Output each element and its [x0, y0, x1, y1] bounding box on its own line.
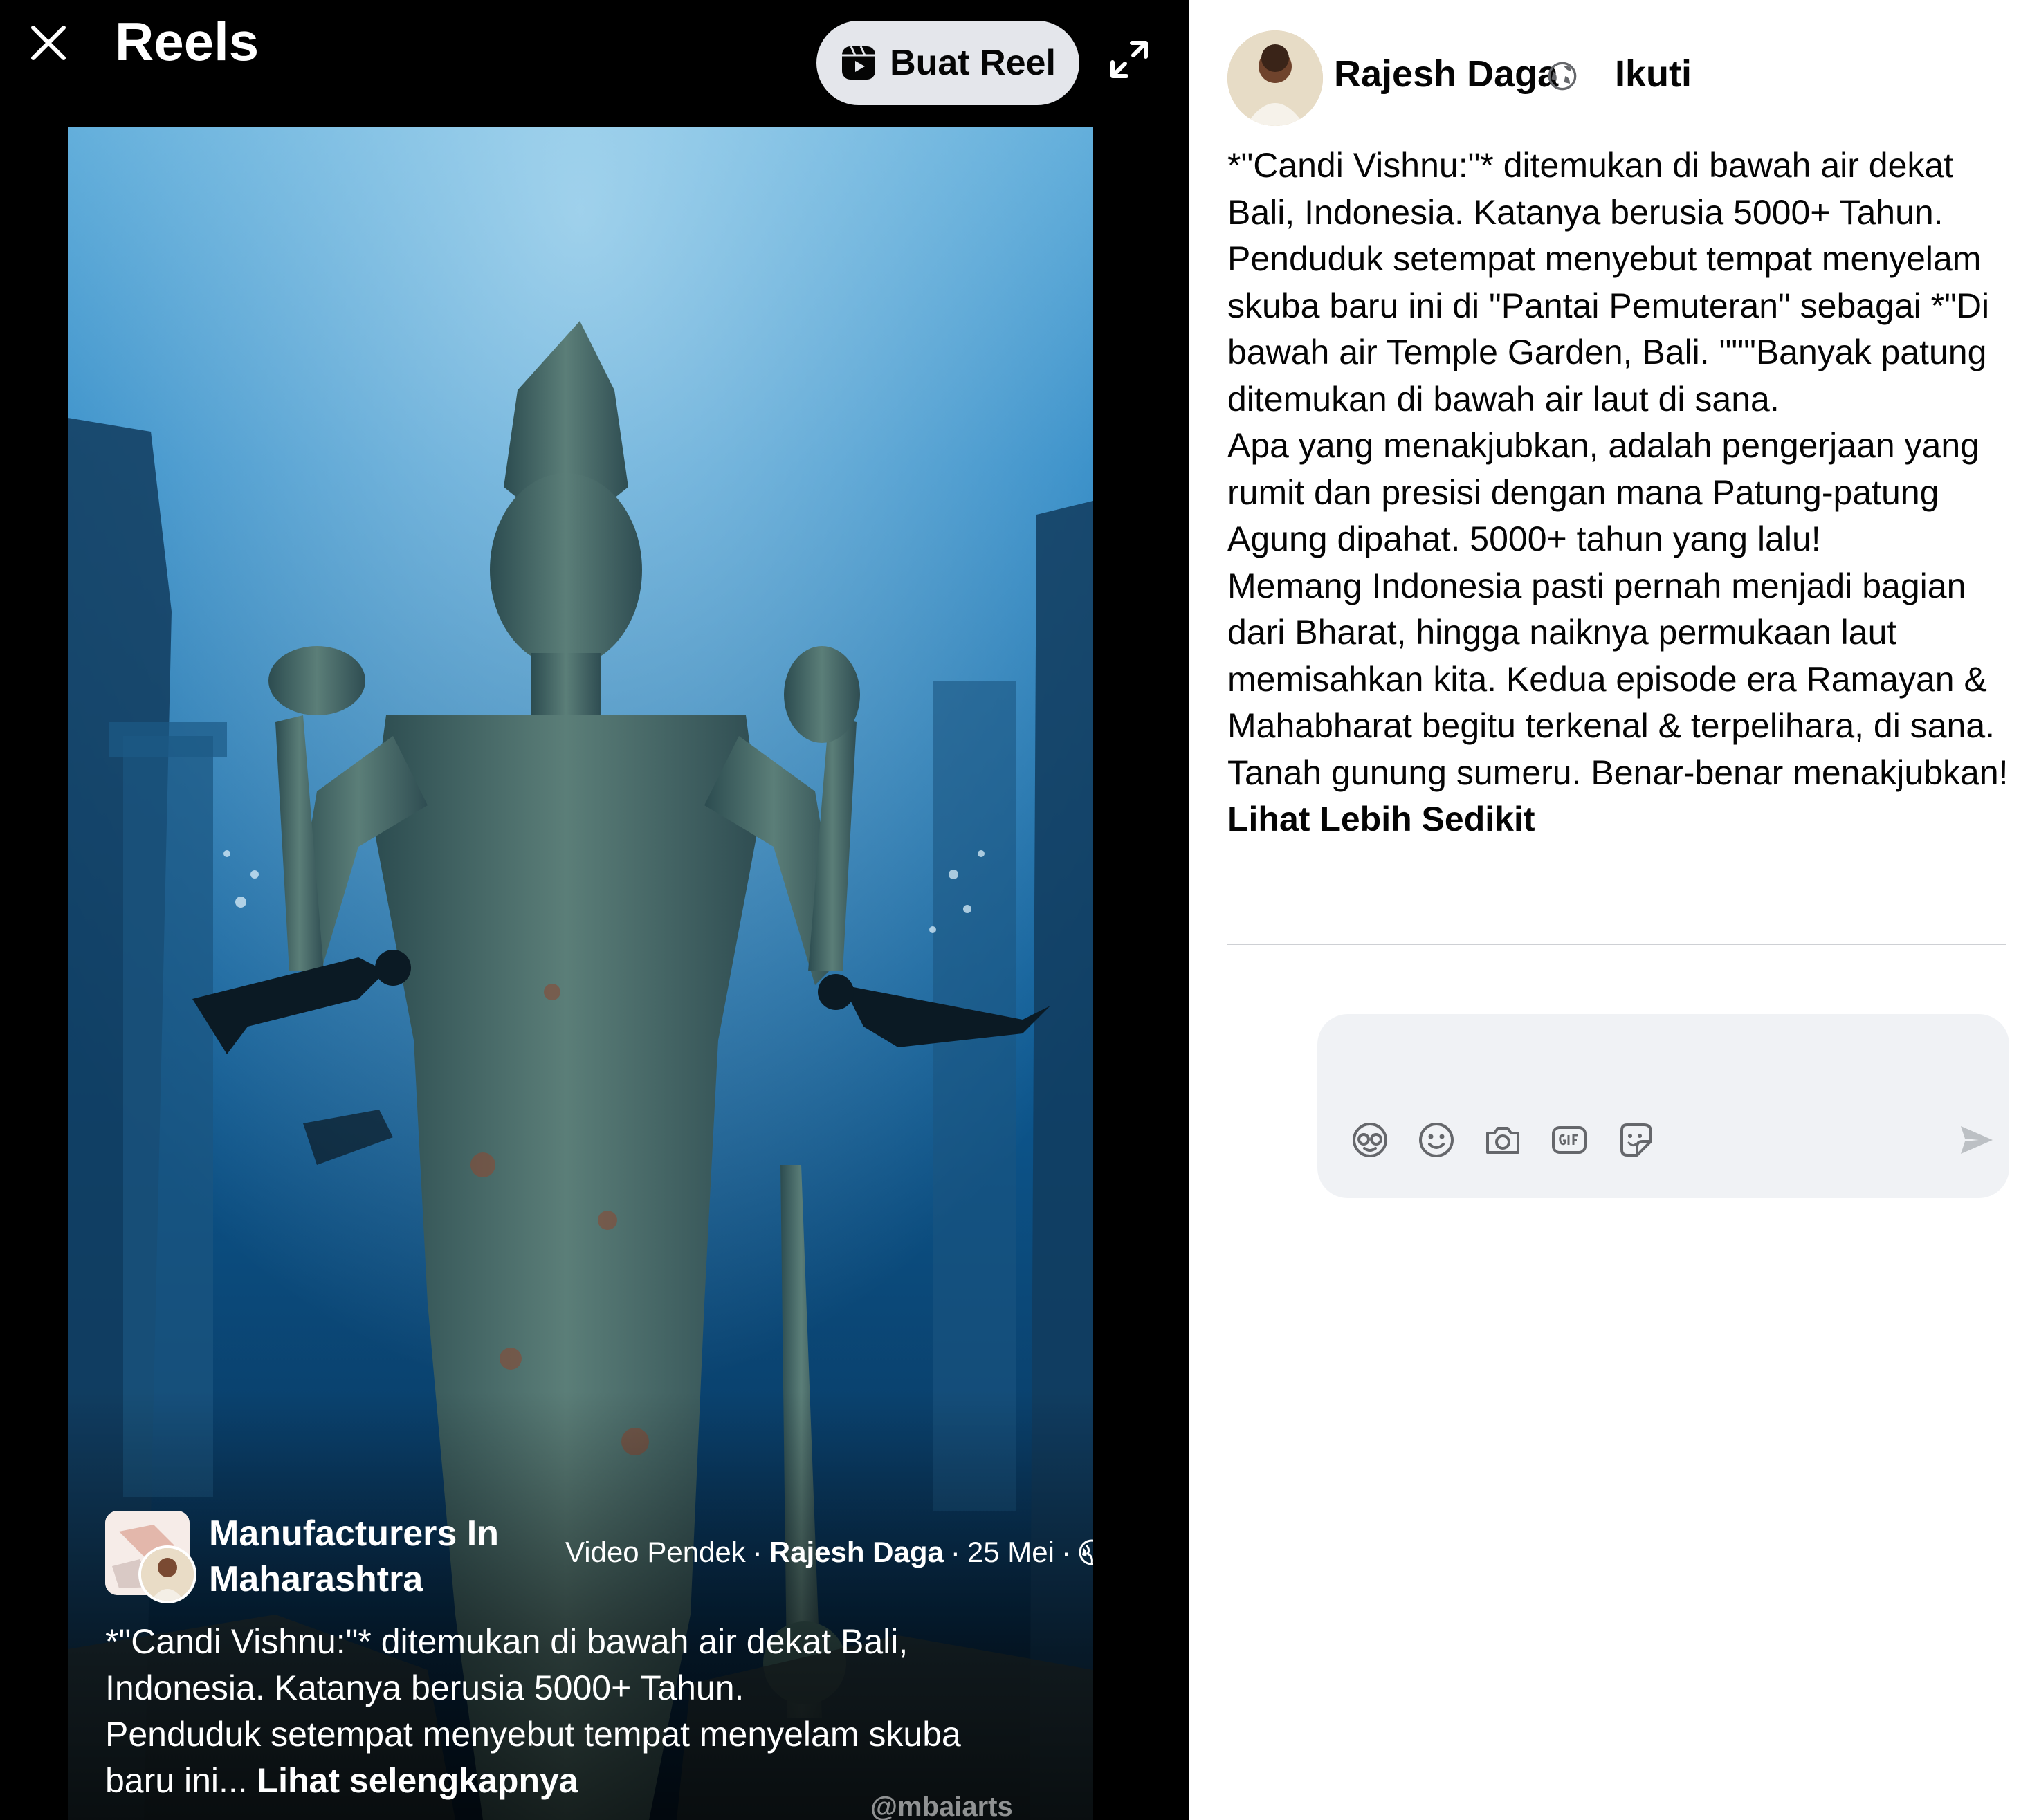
poster-avatar[interactable] — [138, 1545, 196, 1603]
comment-input[interactable] — [1338, 1031, 1988, 1093]
author-avatar[interactable] — [1227, 30, 1323, 126]
avatar-sticker-button[interactable] — [1348, 1118, 1392, 1162]
author-name-link[interactable]: Rajesh Daga — [1334, 53, 1558, 95]
page-name-link[interactable]: Manufacturers In Maharashtra — [209, 1511, 513, 1602]
divider — [1227, 944, 2006, 945]
sticker-icon — [1620, 1123, 1652, 1157]
caption-line: Penduduk setempat menyebut tempat menyel… — [105, 1715, 961, 1754]
see-less-link[interactable]: Lihat Lebih Sedikit — [1227, 800, 1535, 838]
reel-caption: *"Candi Vishnu:"* ditemukan di bawah air… — [105, 1619, 1060, 1804]
meta-type: Video Pendek — [565, 1536, 746, 1568]
gif-icon — [1552, 1126, 1587, 1154]
comment-composer — [1317, 1014, 2009, 1198]
post-text: *"Candi Vishnu:"* ditemukan di bawah air… — [1227, 143, 2023, 843]
reel-video[interactable]: Manufacturers In Maharashtra Video Pende… — [68, 127, 1093, 1820]
caption-line: baru ini... — [105, 1761, 248, 1800]
send-icon — [1961, 1126, 1993, 1154]
meta-date-link[interactable]: 25 Mei — [967, 1536, 1054, 1569]
post-paragraph: Memang Indonesia pasti pernah menjadi ba… — [1227, 566, 2009, 792]
caption-line: Indonesia. Katanya berusia 5000+ Tahun. — [105, 1669, 744, 1707]
globe-icon — [1079, 1539, 1093, 1565]
reel-meta: Manufacturers In Maharashtra Video Pende… — [105, 1511, 1093, 1603]
camera-icon — [1486, 1127, 1519, 1154]
reels-viewer: Reels Buat Reel Manufacturers In Maharas… — [0, 0, 1189, 1820]
post-paragraph: Apa yang menakjubkan, adalah pengerjaan … — [1227, 426, 1979, 558]
expand-icon — [1110, 41, 1148, 78]
post-paragraph: Penduduk setempat menyebut tempat menyel… — [1227, 239, 1990, 419]
audience-globe-icon — [1548, 62, 1577, 91]
fullscreen-button[interactable] — [1100, 30, 1158, 89]
meta-separator: · — [752, 1536, 762, 1568]
follow-button[interactable]: Ikuti — [1615, 53, 1692, 95]
caption-line: *"Candi Vishnu:"* ditemukan di bawah air… — [105, 1622, 908, 1661]
gif-button[interactable] — [1547, 1118, 1591, 1162]
author-photo — [1227, 30, 1323, 126]
close-button[interactable] — [21, 15, 76, 71]
see-more-link[interactable]: Lihat selengkapnya — [257, 1761, 578, 1800]
meta-author-link[interactable]: Rajesh Daga — [769, 1536, 944, 1569]
avatar-sticker-icon — [1353, 1123, 1387, 1157]
sticker-button[interactable] — [1613, 1118, 1658, 1162]
emoji-icon — [1419, 1123, 1454, 1157]
photo-button[interactable] — [1481, 1118, 1525, 1162]
poster-photo — [141, 1548, 194, 1601]
close-icon — [31, 26, 66, 60]
post-paragraph-last: Memang Indonesia pasti pernah menjadi ba… — [1227, 563, 2023, 843]
reels-title: Reels — [115, 11, 259, 72]
meta-separator: · — [950, 1536, 960, 1568]
emoji-button[interactable] — [1414, 1118, 1459, 1162]
create-reel-button[interactable]: Buat Reel — [816, 21, 1079, 105]
watermark: @mbaiarts — [870, 1792, 1013, 1820]
post-paragraph: *"Candi Vishnu:"* ditemukan di bawah air… — [1227, 146, 1954, 232]
send-button[interactable] — [1954, 1118, 1998, 1162]
reel-icon — [842, 46, 876, 80]
reel-meta-line: Video Pendek · Rajesh Daga · 25 Mei · — [565, 1536, 1093, 1569]
post-panel: Rajesh Daga Ikuti *"Candi Vishnu:"* dite… — [1189, 0, 2039, 1820]
meta-separator: · — [1061, 1536, 1071, 1568]
create-reel-label: Buat Reel — [890, 43, 1056, 83]
